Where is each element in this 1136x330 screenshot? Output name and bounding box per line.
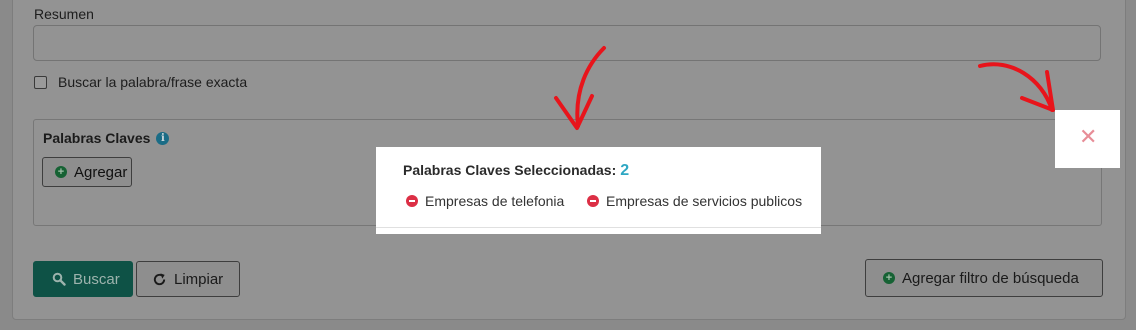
refresh-icon — [153, 272, 166, 285]
popup-divider — [376, 227, 821, 228]
search-icon — [52, 272, 66, 286]
minus-circle-icon[interactable] — [587, 195, 599, 207]
close-highlight: ✕ — [1055, 110, 1120, 168]
exact-phrase-label: Buscar la palabra/frase exacta — [58, 74, 248, 90]
keyword-chip-label: Empresas de telefonia — [425, 193, 565, 209]
add-filter-button[interactable]: + Agregar filtro de búsqueda — [865, 259, 1103, 297]
clear-button-label: Limpiar — [174, 270, 224, 288]
selected-keywords-title: Palabras Claves Seleccionadas: 2 — [403, 162, 629, 180]
keywords-title-text: Palabras Claves — [43, 130, 151, 146]
search-button[interactable]: Buscar — [33, 261, 133, 297]
close-icon[interactable]: ✕ — [1079, 124, 1097, 152]
minus-circle-icon[interactable] — [406, 195, 418, 207]
exact-phrase-row[interactable]: Buscar la palabra/frase exacta — [34, 74, 247, 90]
add-keyword-button[interactable]: + Agregar — [42, 157, 132, 187]
keyword-chip[interactable]: Empresas de telefonia — [406, 193, 564, 209]
selected-keywords-title-text: Palabras Claves Seleccionadas: — [403, 162, 617, 178]
add-filter-label: Agregar filtro de búsqueda — [902, 269, 1079, 287]
resumen-label: Resumen — [34, 6, 94, 22]
clear-button[interactable]: Limpiar — [136, 261, 240, 297]
search-button-label: Buscar — [73, 270, 120, 288]
keywords-title: Palabras Claves i — [43, 130, 170, 146]
selected-keywords-count: 2 — [620, 162, 630, 179]
resumen-input[interactable] — [33, 25, 1101, 61]
exact-phrase-checkbox[interactable] — [34, 75, 47, 89]
info-icon[interactable]: i — [156, 131, 170, 145]
plus-circle-icon: + — [883, 272, 895, 284]
plus-circle-icon: + — [55, 166, 67, 178]
selected-keywords-popup: Palabras Claves Seleccionadas: 2 Empresas… — [376, 147, 821, 234]
add-keyword-label: Agregar — [74, 163, 128, 181]
keyword-chip-label: Empresas de servicios publicos — [606, 193, 803, 209]
keyword-chip[interactable]: Empresas de servicios publicos — [587, 193, 802, 209]
